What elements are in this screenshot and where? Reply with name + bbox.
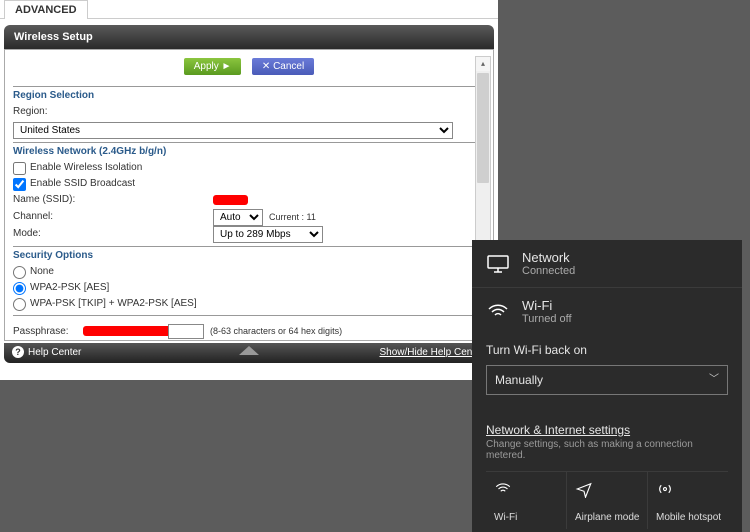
- isolation-label-24: Enable Wireless Isolation: [30, 162, 142, 173]
- turn-wifi-on-label: Turn Wi-Fi back on: [486, 343, 728, 357]
- monitor-icon: [486, 252, 510, 276]
- channel-select[interactable]: Auto: [213, 209, 263, 226]
- security-wpa2[interactable]: [13, 282, 26, 295]
- security-heading: Security Options: [13, 250, 485, 261]
- mode-label: Mode:: [13, 226, 213, 242]
- cancel-button[interactable]: ✕ Cancel: [252, 58, 314, 75]
- turn-wifi-on-value: Manually: [495, 366, 543, 394]
- security-wpa2-label: WPA2-PSK [AES]: [30, 282, 109, 293]
- security-mixed[interactable]: [13, 298, 26, 311]
- channel-current: Current : 11: [269, 212, 316, 222]
- passphrase-hint: (8-63 characters or 64 hex digits): [210, 326, 342, 336]
- hotspot-tile[interactable]: Mobile hotspot: [648, 472, 728, 529]
- region-label: Region:: [13, 104, 485, 120]
- passphrase-input[interactable]: [168, 324, 204, 339]
- wifi-tile[interactable]: Wi-Fi: [486, 472, 567, 529]
- wifi-icon: [486, 300, 510, 324]
- wlan24-heading: Wireless Network (2.4GHz b/g/n): [13, 146, 485, 157]
- tab-advanced[interactable]: ADVANCED: [4, 0, 88, 19]
- passphrase-redaction: [83, 326, 178, 336]
- wifi-tile-label: Wi-Fi: [494, 512, 560, 523]
- airplane-tile[interactable]: Airplane mode: [567, 472, 648, 529]
- hotspot-tile-label: Mobile hotspot: [656, 512, 722, 523]
- scroll-up-arrow[interactable]: ▴: [476, 57, 490, 71]
- region-heading: Region Selection: [13, 90, 485, 101]
- enable-ssid-broadcast-24[interactable]: [13, 178, 26, 191]
- scroll-thumb[interactable]: [477, 73, 489, 183]
- network-status: Connected: [522, 265, 575, 277]
- passphrase-label: Passphrase:: [13, 324, 83, 340]
- wifi-status: Turned off: [522, 313, 572, 325]
- panel-header: Wireless Setup: [4, 25, 494, 49]
- router-admin-panel: ADVANCED Wireless Setup Apply ► ✕ Cancel…: [0, 0, 498, 380]
- security-none[interactable]: [13, 266, 26, 279]
- security-none-label: None: [30, 266, 54, 277]
- chevron-down-icon: ﹀: [709, 366, 719, 394]
- footer-bar: Help Center Show/Hide Help Center: [4, 343, 494, 363]
- network-settings-link[interactable]: Network & Internet settings: [486, 423, 630, 437]
- tab-bar: ADVANCED: [0, 0, 498, 19]
- hotspot-icon: [656, 480, 674, 498]
- wifi-status-row[interactable]: Wi-FiTurned off: [472, 288, 742, 335]
- wifi-tile-icon: [494, 480, 512, 498]
- airplane-icon: [575, 480, 593, 498]
- region-select[interactable]: United States: [13, 122, 453, 139]
- expand-triangle-icon[interactable]: [239, 346, 259, 355]
- enable-wireless-isolation-24[interactable]: [13, 162, 26, 175]
- panel-body: Apply ► ✕ Cancel Region Selection Region…: [4, 49, 494, 341]
- mode-select[interactable]: Up to 289 Mbps: [213, 226, 323, 243]
- airplane-tile-label: Airplane mode: [575, 512, 641, 523]
- showhide-help-link[interactable]: Show/Hide Help Center: [380, 343, 485, 363]
- network-flyout: NetworkConnected Wi-FiTurned off Turn Wi…: [472, 240, 742, 532]
- ethernet-status-row[interactable]: NetworkConnected: [472, 240, 742, 287]
- ssid-label: Name (SSID):: [13, 192, 213, 208]
- ssid-redaction: [213, 195, 248, 205]
- apply-button[interactable]: Apply ►: [184, 58, 242, 75]
- security-mixed-label: WPA-PSK [TKIP] + WPA2-PSK [AES]: [30, 298, 197, 309]
- broadcast-label-24: Enable SSID Broadcast: [30, 178, 135, 189]
- channel-label: Channel:: [13, 209, 213, 225]
- turn-wifi-on-select[interactable]: Manually ﹀: [486, 365, 728, 395]
- wifi-title: Wi-Fi: [522, 298, 572, 313]
- network-title: Network: [522, 250, 575, 265]
- network-settings-sub: Change settings, such as making a connec…: [486, 439, 728, 461]
- help-center-link[interactable]: Help Center: [12, 347, 81, 358]
